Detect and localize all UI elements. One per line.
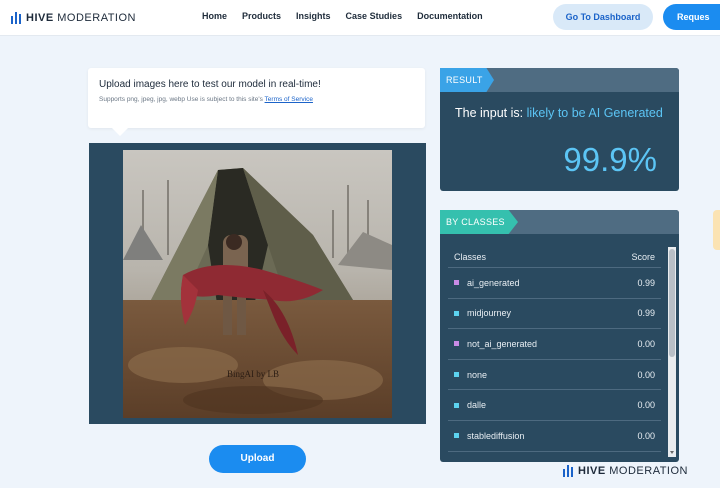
terms-of-service-link[interactable]: Terms of Service [265, 96, 313, 103]
result-tag: RESULT [440, 68, 494, 92]
side-widget-edge[interactable] [713, 210, 720, 250]
hive-bars-icon [11, 12, 21, 24]
class-score: 0.00 [637, 400, 655, 411]
class-color-swatch [454, 310, 459, 316]
nav-case-studies[interactable]: Case Studies [346, 11, 403, 21]
footer-brand-bold: HIVE [578, 465, 606, 477]
brand-light: MODERATION [57, 12, 136, 24]
nav-products[interactable]: Products [242, 11, 281, 21]
result-verdict: likely to be AI Generated [526, 106, 663, 120]
result-card-header: RESULT [440, 68, 679, 92]
upload-title: Upload images here to test our model in … [99, 79, 321, 90]
class-color-swatch [454, 280, 459, 286]
class-name: stablediffusion [467, 430, 525, 441]
uploaded-image: BingAI by LB [123, 150, 392, 418]
go-to-dashboard-button[interactable]: Go To Dashboard [553, 4, 653, 30]
image-watermark: BingAI by LB [227, 369, 280, 379]
upload-instructions-tooltip: Upload images here to test our model in … [88, 68, 425, 136]
table-row: not_ai_generated 0.00 [448, 329, 661, 360]
nav-home[interactable]: Home [202, 11, 227, 21]
scroll-down-arrow-icon[interactable] [670, 451, 674, 454]
class-name: not_ai_generated [467, 338, 538, 349]
hive-logo[interactable]: HIVE MODERATION [11, 10, 136, 26]
scrollbar-thumb[interactable] [669, 249, 675, 357]
table-row: dalle 0.00 [448, 390, 661, 421]
class-color-swatch [454, 372, 459, 378]
class-color-swatch [454, 402, 459, 408]
class-name: midjourney [467, 308, 512, 319]
footer-brand-light: MODERATION [609, 465, 688, 477]
upload-button[interactable]: Upload [209, 445, 306, 473]
column-classes: Classes [454, 251, 487, 262]
class-name: none [467, 369, 488, 380]
class-score: 0.00 [637, 369, 655, 380]
supported-formats-text: Supports png, jpeg, jpg, webp Use is sub… [99, 96, 263, 103]
hive-bars-icon [563, 465, 573, 477]
class-name: ai_generated [467, 277, 520, 288]
column-score: Score [631, 251, 655, 262]
table-row: none 0.00 [448, 360, 661, 391]
result-score: 99.9% [563, 141, 657, 178]
table-row: ai_generated 0.99 [448, 268, 661, 299]
by-classes-tag: BY CLASSES [440, 210, 518, 234]
result-card: RESULT The input is: likely to be AI Gen… [440, 68, 679, 191]
table-row: stablediffusion 0.00 [448, 421, 661, 452]
class-score: 0.99 [637, 308, 655, 319]
by-classes-card: BY CLASSES Classes Score ai_generated 0.… [440, 210, 679, 462]
table-row: midjourney 0.99 [448, 299, 661, 330]
nav-documentation[interactable]: Documentation [417, 11, 483, 21]
classes-card-header: BY CLASSES [440, 210, 679, 234]
class-color-swatch [454, 433, 459, 439]
image-preview-panel[interactable]: BingAI by LB [89, 143, 426, 424]
nav-insights[interactable]: Insights [296, 11, 331, 21]
main-nav: Home Products Insights Case Studies Docu… [202, 11, 483, 21]
class-score: 0.99 [637, 277, 655, 288]
classes-scrollbar[interactable] [668, 247, 676, 457]
request-demo-button[interactable]: Reques [663, 4, 720, 30]
classes-table: Classes Score ai_generated 0.99 midjourn… [448, 246, 661, 452]
top-navigation-bar: HIVE MODERATION Home Products Insights C… [0, 0, 720, 36]
upload-subtitle: Supports png, jpeg, jpg, webp Use is sub… [99, 96, 414, 103]
result-statement: The input is: likely to be AI Generated [455, 106, 663, 120]
result-prefix: The input is: [455, 106, 524, 120]
brand-bold: HIVE [26, 12, 54, 24]
class-score: 0.00 [637, 430, 655, 441]
class-color-swatch [454, 341, 459, 347]
class-score: 0.00 [637, 338, 655, 349]
class-name: dalle [467, 400, 487, 411]
footer-hive-logo: HIVE MODERATION [563, 465, 688, 477]
classes-table-header: Classes Score [448, 246, 661, 268]
